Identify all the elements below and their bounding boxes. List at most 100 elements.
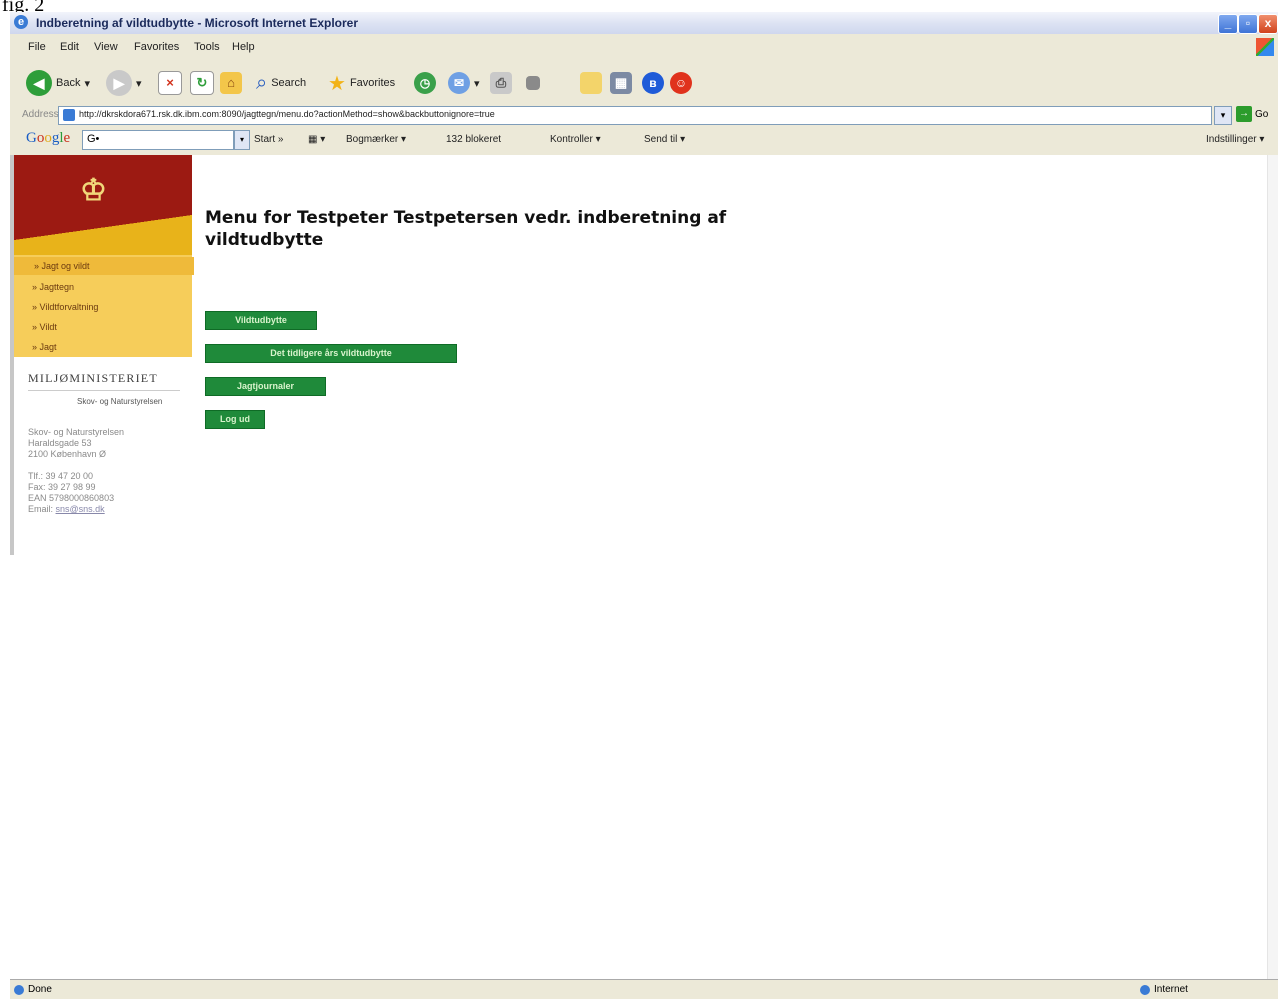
contact-line: Haraldsgade 53 xyxy=(28,438,92,448)
google-toolbar: Google G• ▾ Start » ▦ ▾ Bogmærker ▾ 132 … xyxy=(10,127,1278,153)
vildtudbytte-button[interactable]: Vildtudbytte xyxy=(205,311,317,330)
menu-help[interactable]: Help xyxy=(232,41,255,53)
history-icon: ◷ xyxy=(414,72,436,94)
ie-logo-icon: e xyxy=(14,15,28,29)
main-content: Menu for Testpeter Testpetersen vedr. in… xyxy=(205,207,785,251)
menu-tools[interactable]: Tools xyxy=(194,41,220,53)
nav-item-vildtforvaltning[interactable]: » Vildtforvaltning xyxy=(32,302,98,312)
contact-spacer xyxy=(28,460,124,471)
vertical-scrollbar[interactable] xyxy=(1267,155,1278,979)
windows-logo-icon xyxy=(1256,38,1274,56)
back-label: Back xyxy=(56,77,81,89)
ministry-name: MILJØMINISTERIET xyxy=(28,371,158,385)
google-search-input[interactable]: G• xyxy=(82,130,234,150)
stop-button[interactable]: × xyxy=(158,67,182,99)
window-title: Indberetning af vildtudbytte - Microsoft… xyxy=(36,16,359,30)
go-arrow-icon: → xyxy=(1236,106,1252,122)
standard-toolbar: ◀ Back ▾ ▶ ▾ × ↻ ⌂ ⌕ Search ★ Favorites … xyxy=(10,62,1278,106)
mail-icon: ✉ xyxy=(448,72,470,94)
home-icon: ⌂ xyxy=(220,72,242,94)
search-label: Search xyxy=(271,77,307,89)
status-done: Done xyxy=(28,984,52,995)
history-button[interactable]: ◷ xyxy=(414,67,436,99)
nav-item-jagt[interactable]: » Jagt xyxy=(32,342,57,352)
chevron-down-icon: ▾ xyxy=(136,77,142,90)
sidebar-nav: » Jagt og vildt » Jagttegn » Vildtforval… xyxy=(14,255,194,357)
print-icon: ⎙ xyxy=(490,72,512,94)
popup-blocker-button[interactable]: 132 blokeret xyxy=(446,134,501,145)
bookmarks-button[interactable]: Bogmærker ▾ xyxy=(346,134,406,145)
media-button[interactable]: ▦ xyxy=(610,67,632,99)
chevron-down-icon: ▾ xyxy=(84,77,90,90)
page-icon xyxy=(63,109,75,121)
google-start-button[interactable]: Start » xyxy=(254,134,283,145)
go-button[interactable]: → Go xyxy=(1236,106,1268,122)
page-status-icon xyxy=(14,984,24,995)
status-bar: Done Internet xyxy=(10,979,1278,999)
bluetooth-button[interactable]: ʙ xyxy=(642,67,664,99)
page-title: Menu for Testpeter Testpetersen vedr. in… xyxy=(205,208,727,250)
contact-line: 2100 København Ø xyxy=(28,449,107,459)
contact-info: Skov- og Naturstyrelsen Haraldsgade 53 2… xyxy=(28,427,124,515)
edit-icon xyxy=(526,76,540,90)
nav-item-jagttegn[interactable]: » Jagttegn xyxy=(32,282,74,292)
folder-icon xyxy=(580,72,602,94)
back-button[interactable]: ◀ Back ▾ xyxy=(26,67,90,99)
settings-button[interactable]: Indstillinger ▾ xyxy=(1206,134,1264,145)
menu-view[interactable]: View xyxy=(94,41,118,53)
brand-banner: ♔ xyxy=(14,155,192,255)
go-label: Go xyxy=(1255,108,1269,120)
sidebar: ♔ » Jagt og vildt » Jagttegn » Vildtforv… xyxy=(10,155,194,555)
home-button[interactable]: ⌂ xyxy=(220,67,242,99)
address-url: http://dkrskdora671.rsk.dk.ibm.com:8090/… xyxy=(79,109,495,119)
nav-item-vildt[interactable]: » Vildt xyxy=(32,322,57,332)
forward-button[interactable]: ▶ ▾ xyxy=(106,67,142,99)
agency-name: Skov- og Naturstyrelsen xyxy=(77,397,163,406)
minimize-button[interactable]: _ xyxy=(1218,14,1238,34)
crown-logo-icon: ♔ xyxy=(80,174,107,207)
bluetooth-icon: ʙ xyxy=(642,72,664,94)
folder-button[interactable] xyxy=(580,67,602,99)
chevron-down-icon: ▾ xyxy=(474,77,480,90)
page-viewport: ♔ » Jagt og vildt » Jagttegn » Vildtforv… xyxy=(10,155,1278,979)
browser-window: e Indberetning af vildtudbytte - Microso… xyxy=(10,12,1278,999)
email-link[interactable]: sns@sns.dk xyxy=(56,504,105,514)
forward-arrow-icon: ▶ xyxy=(106,70,132,96)
sidebar-divider xyxy=(28,390,180,391)
hunting-journals-button[interactable]: Jagtjournaler xyxy=(205,377,326,396)
menu-edit[interactable]: Edit xyxy=(60,41,79,53)
address-bar: Address http://dkrskdora671.rsk.dk.ibm.c… xyxy=(10,104,1278,126)
google-search-dropdown[interactable]: ▾ xyxy=(234,130,250,150)
google-tools-icon[interactable]: ▦ ▾ xyxy=(308,134,325,145)
address-label: Address xyxy=(22,109,59,120)
security-zone: Internet xyxy=(1140,984,1188,995)
star-icon: ★ xyxy=(328,72,346,95)
address-dropdown-button[interactable]: ▾ xyxy=(1214,106,1232,125)
search-icon: ⌕ xyxy=(256,71,268,94)
print-button[interactable]: ⎙ xyxy=(490,67,512,99)
globe-icon xyxy=(1140,984,1150,995)
logout-button[interactable]: Log ud xyxy=(205,410,265,429)
media-icon: ▦ xyxy=(610,72,632,94)
send-to-button[interactable]: Send til ▾ xyxy=(644,134,685,145)
menu-favorites[interactable]: Favorites xyxy=(134,41,179,53)
google-search-prefix: G• xyxy=(87,133,100,145)
zone-label: Internet xyxy=(1154,984,1188,995)
close-button[interactable]: x xyxy=(1258,14,1278,34)
nav-item-jagt-og-vildt[interactable]: » Jagt og vildt xyxy=(14,257,194,275)
refresh-button[interactable]: ↻ xyxy=(190,67,214,99)
messenger-button[interactable]: ☺ xyxy=(670,67,692,99)
messenger-icon: ☺ xyxy=(670,72,692,94)
favorites-button[interactable]: ★ Favorites xyxy=(328,67,395,99)
maximize-button[interactable]: ▫ xyxy=(1238,14,1258,34)
spellcheck-button[interactable]: Kontroller ▾ xyxy=(550,134,601,145)
contact-line: EAN 5798000860803 xyxy=(28,493,115,503)
previous-year-harvest-button[interactable]: Det tidligere års vildtudbytte xyxy=(205,344,457,363)
mail-button[interactable]: ✉ ▾ xyxy=(448,67,480,99)
contact-line: Fax: 39 27 98 99 xyxy=(28,482,96,492)
favorites-label: Favorites xyxy=(349,77,396,89)
edit-button[interactable] xyxy=(526,67,540,99)
address-input[interactable]: http://dkrskdora671.rsk.dk.ibm.com:8090/… xyxy=(58,106,1212,125)
search-button[interactable]: ⌕ Search xyxy=(256,67,306,99)
menu-file[interactable]: File xyxy=(28,41,46,53)
